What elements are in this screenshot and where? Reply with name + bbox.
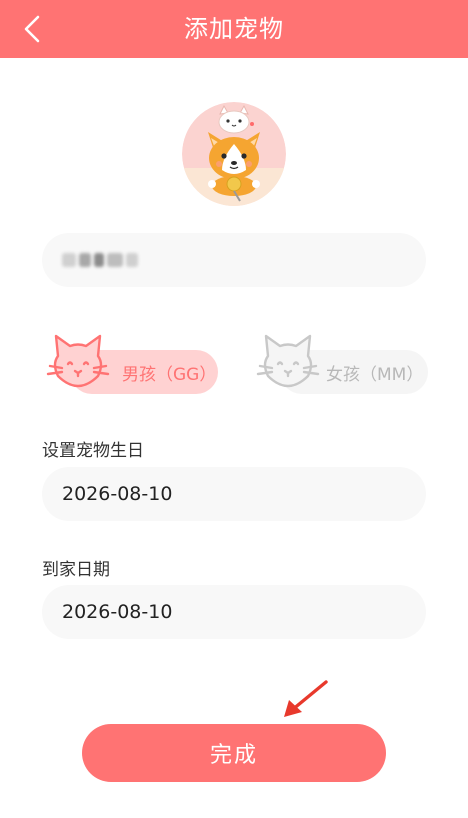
red-arrow-icon xyxy=(284,680,328,717)
done-button[interactable]: 完成 xyxy=(82,724,386,782)
corgi-and-kitten-avatar-icon xyxy=(182,102,286,206)
cat-face-icon xyxy=(256,334,320,388)
blurred-name-text xyxy=(62,253,138,267)
pet-avatar[interactable] xyxy=(182,102,286,206)
birthday-label: 设置宠物生日 xyxy=(42,441,144,461)
arrival-date-label: 到家日期 xyxy=(42,560,110,580)
birthday-value: 2026-08-10 xyxy=(62,483,173,505)
arrival-date-field[interactable]: 2026-08-10 xyxy=(42,585,426,639)
gender-option-female[interactable]: 女孩（MM） xyxy=(252,330,428,400)
page-title: 添加宠物 xyxy=(184,15,284,43)
gender-option-male[interactable]: 男孩（GG） xyxy=(42,330,218,400)
header-bar: 添加宠物 xyxy=(0,0,468,58)
pet-name-input[interactable] xyxy=(42,233,426,287)
arrival-date-value: 2026-08-10 xyxy=(62,601,173,623)
cat-face-icon xyxy=(46,334,110,388)
birthday-field[interactable]: 2026-08-10 xyxy=(42,467,426,521)
